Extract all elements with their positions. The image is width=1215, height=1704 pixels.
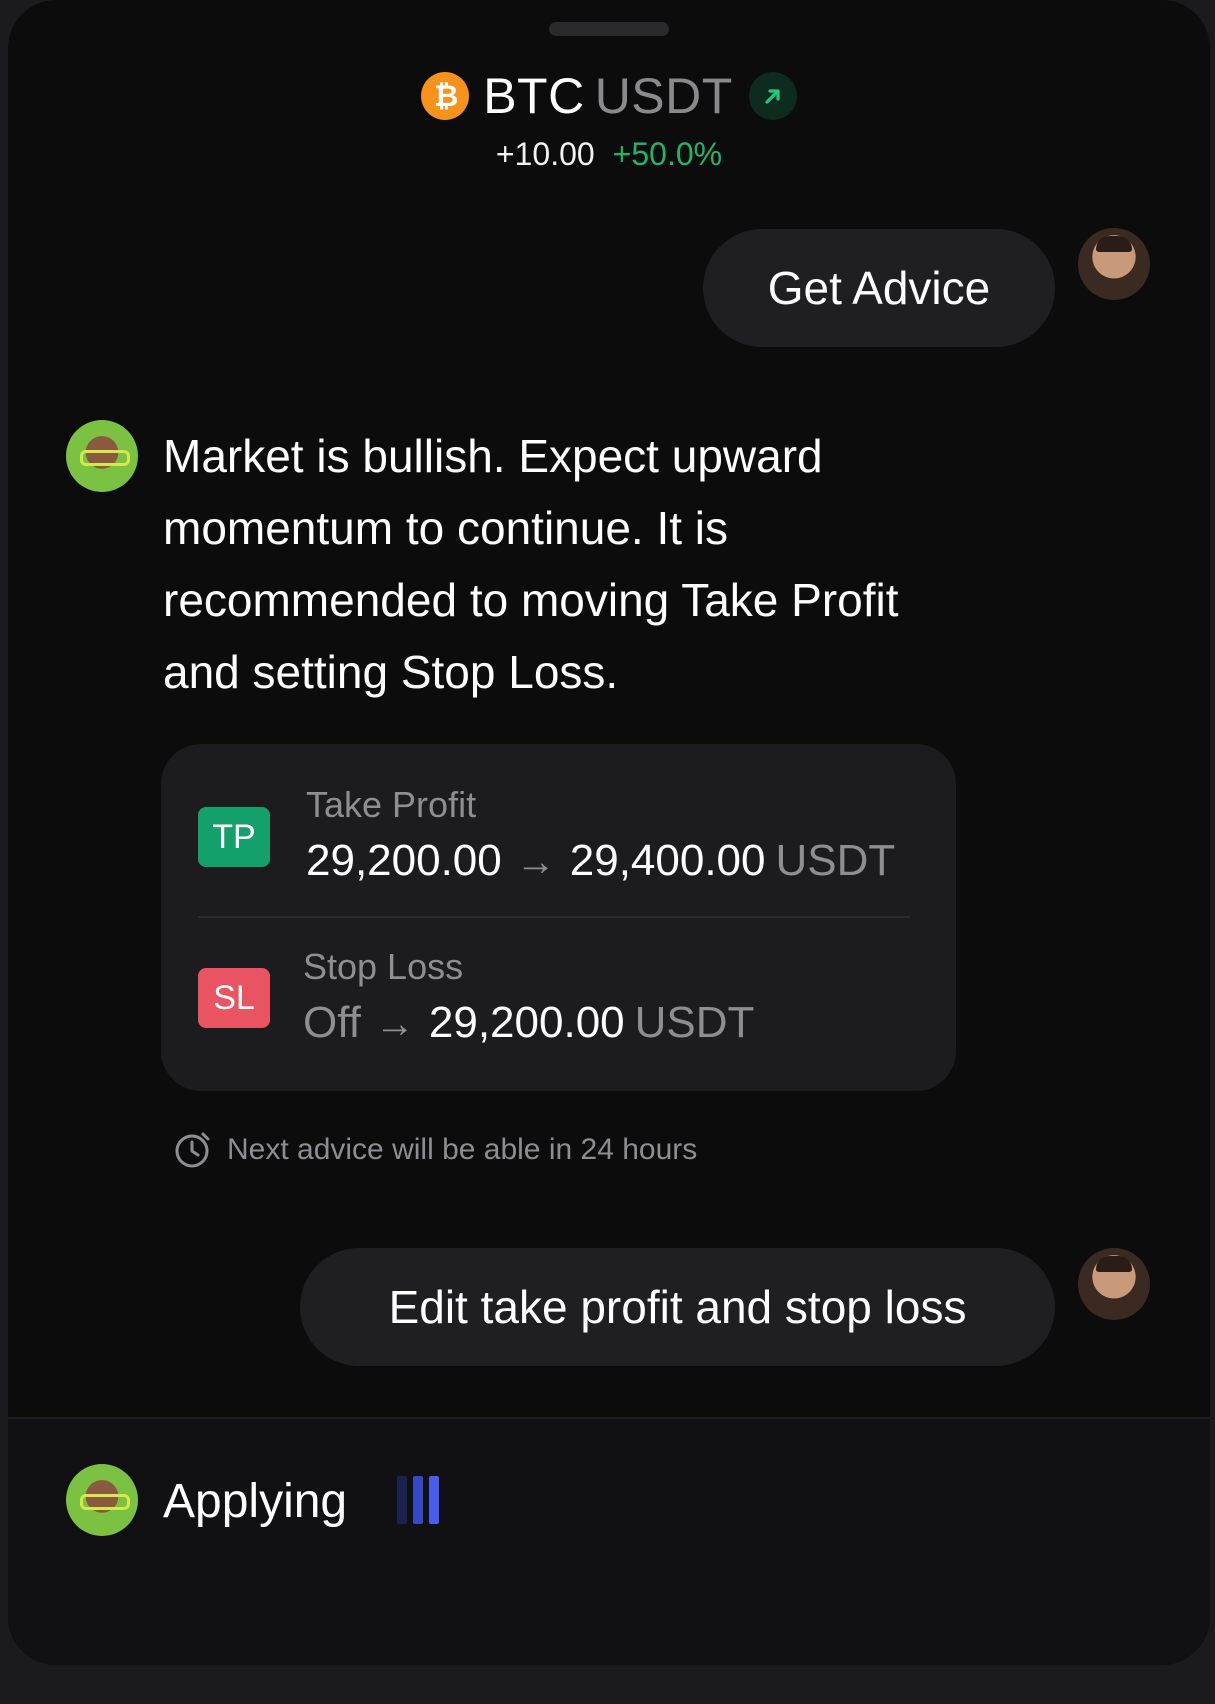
applying-status: Applying	[163, 1475, 348, 1528]
user-message-text: Edit take profit and stop loss	[388, 1281, 967, 1333]
pair-quote: USDT	[594, 68, 733, 124]
loader-bar	[413, 1476, 423, 1524]
status-footer	[8, 1417, 1210, 1665]
change-percent: +50.0%	[612, 136, 723, 172]
pair-base: BTC	[483, 68, 585, 124]
timer-icon	[175, 1132, 210, 1168]
stop-loss-unit: USDT	[634, 998, 755, 1047]
user-message-bubble[interactable]: Get Advice	[703, 229, 1055, 347]
price-change: +10.00 +50.0%	[8, 136, 1210, 173]
stop-loss-label: Stop Loss	[303, 946, 464, 987]
advice-sheet: ₿ BTC USDT +10.00 +50.0% Get Advice Mark…	[8, 0, 1210, 1665]
arrow-right-icon: →	[374, 1002, 415, 1046]
bitcoin-icon: ₿	[421, 72, 470, 120]
stop-loss-badge: SL	[198, 968, 270, 1028]
take-profit-from: 29,200.00	[306, 836, 502, 885]
user-message-text: Get Advice	[767, 262, 991, 314]
user-avatar	[1078, 228, 1150, 300]
advice-card: TP Take Profit 29,200.00 → 29,400.00 USD…	[161, 744, 956, 1091]
next-advice-text: Next advice will be able in 24 hours	[227, 1133, 698, 1166]
pair-header: ₿ BTC USDT	[8, 68, 1210, 124]
take-profit-label: Take Profit	[306, 784, 477, 825]
svg-text:₿: ₿	[434, 79, 458, 113]
take-profit-unit: USDT	[775, 836, 896, 885]
stop-loss-to: 29,200.00	[428, 998, 625, 1047]
assistant-avatar	[66, 1464, 138, 1536]
assistant-avatar	[66, 420, 138, 492]
arrow-right-icon: →	[515, 840, 556, 884]
loader-bar	[397, 1476, 407, 1524]
sheet-grabber-handle[interactable]	[549, 22, 669, 36]
card-divider	[198, 916, 910, 918]
stop-loss-values: Off → 29,200.00 USDT	[303, 998, 754, 1048]
next-advice-note: Next advice will be able in 24 hours	[173, 1130, 697, 1170]
take-profit-to: 29,400.00	[569, 836, 766, 885]
take-profit-badge: TP	[198, 807, 270, 867]
loading-indicator	[397, 1476, 439, 1524]
change-absolute: +10.00	[495, 136, 595, 172]
loader-bar	[429, 1476, 439, 1524]
assistant-message: Market is bullish. Expect upward momentu…	[163, 430, 899, 698]
arrow-up-right-icon	[748, 72, 797, 120]
take-profit-values: 29,200.00 → 29,400.00 USDT	[306, 836, 895, 886]
stop-loss-from: Off	[303, 998, 361, 1047]
user-avatar	[1078, 1248, 1150, 1320]
user-message-bubble[interactable]: Edit take profit and stop loss	[300, 1248, 1055, 1366]
